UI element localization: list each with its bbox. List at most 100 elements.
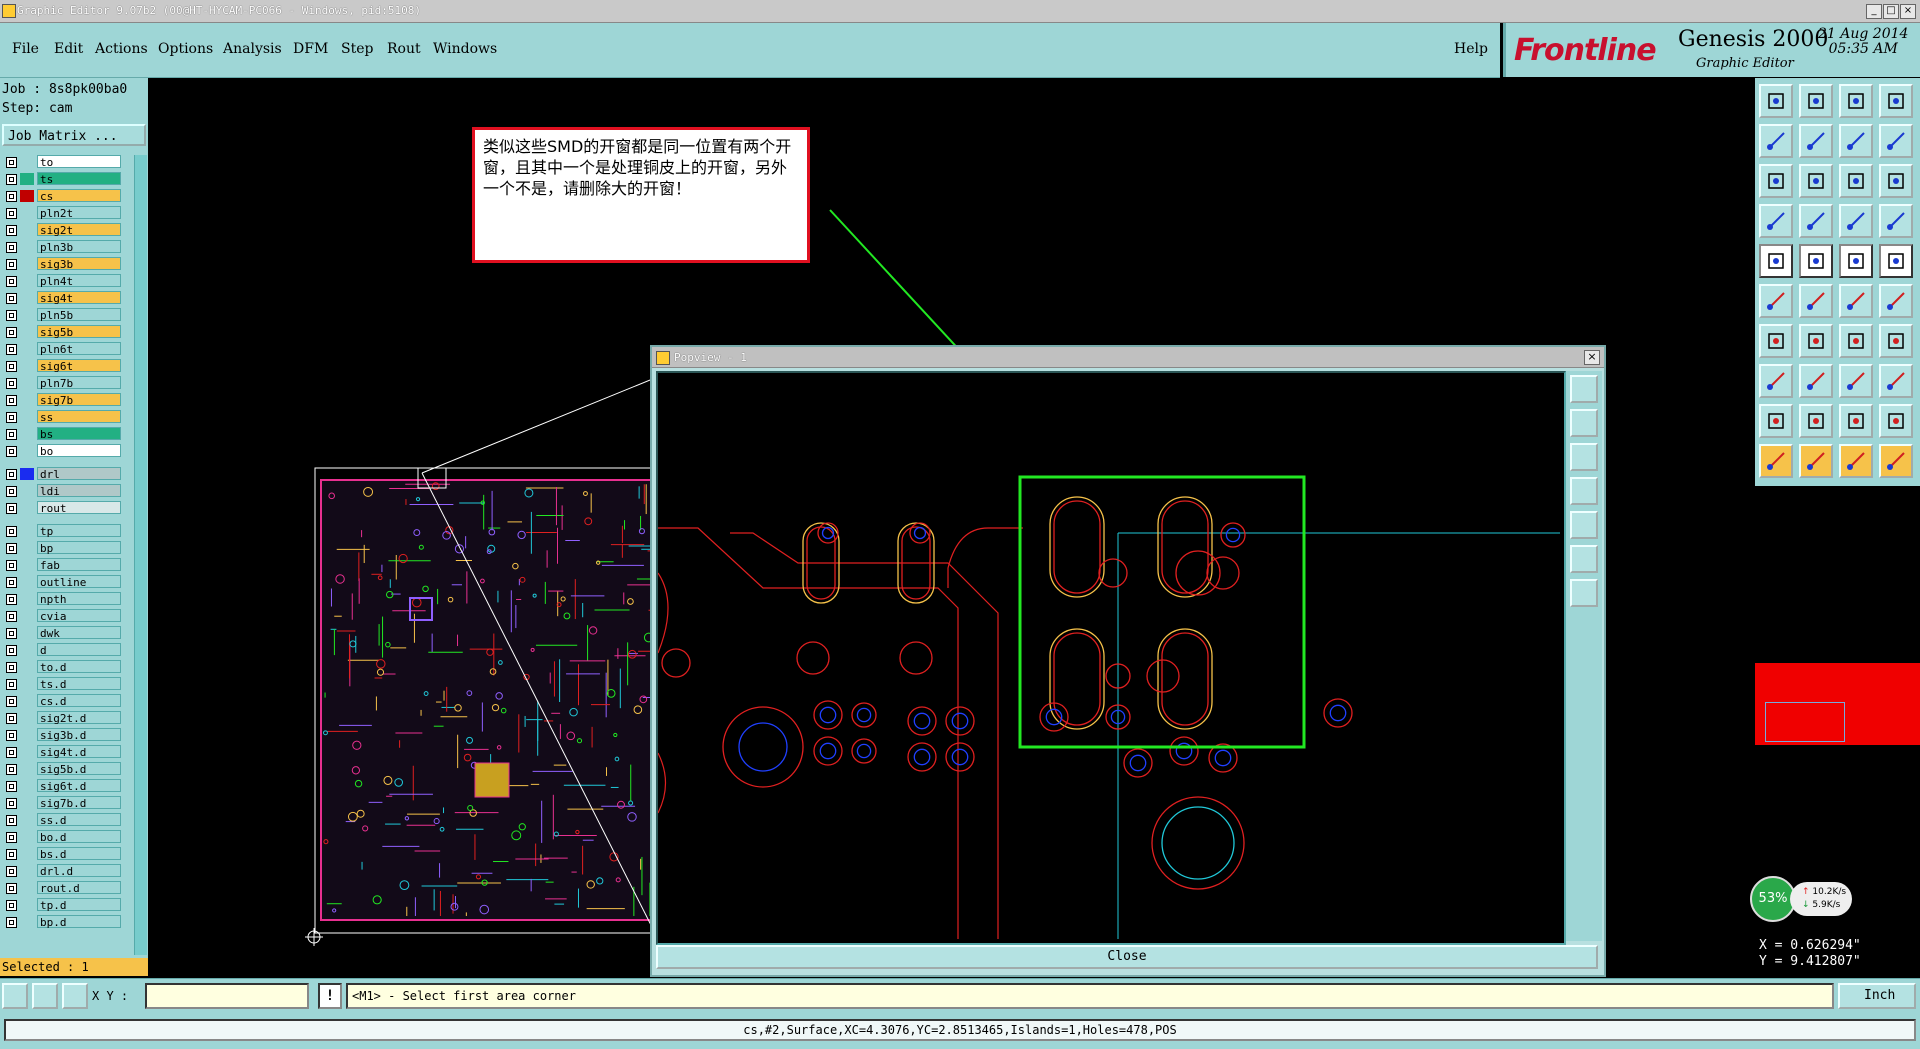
- layer-color-swatch[interactable]: [20, 746, 34, 758]
- popview-left-button[interactable]: [1570, 477, 1598, 505]
- layer-color-swatch[interactable]: [20, 576, 34, 588]
- undo-icon[interactable]: [1759, 124, 1793, 158]
- measure-icon[interactable]: [1799, 204, 1833, 238]
- layer-row[interactable]: cvia: [2, 609, 124, 623]
- layer-row[interactable]: pln6t: [2, 342, 124, 356]
- layer-list-scrollbar[interactable]: [134, 155, 147, 955]
- layer-checkbox[interactable]: [6, 730, 17, 741]
- layer-row[interactable]: bs.d: [2, 847, 124, 861]
- layer-color-swatch[interactable]: [20, 292, 34, 304]
- layer-color-swatch[interactable]: [20, 661, 34, 673]
- layer-row[interactable]: sig6t.d: [2, 779, 124, 793]
- polygon-icon[interactable]: [1799, 404, 1833, 438]
- popview-close-icon[interactable]: ×: [1584, 350, 1600, 365]
- layer-color-swatch[interactable]: [20, 593, 34, 605]
- layer-color-swatch[interactable]: [20, 207, 34, 219]
- grid-icon[interactable]: [62, 983, 88, 1009]
- layer-name[interactable]: tp.d: [37, 898, 121, 912]
- layer-checkbox[interactable]: [6, 395, 17, 406]
- layer-color-swatch[interactable]: [20, 695, 34, 707]
- add-pad-icon[interactable]: [1759, 244, 1793, 278]
- pad-icon[interactable]: [1759, 364, 1793, 398]
- layer-color-swatch[interactable]: [20, 712, 34, 724]
- menu-rout[interactable]: Rout: [387, 41, 421, 57]
- layer-row[interactable]: sig5b.d: [2, 762, 124, 776]
- layer-checkbox[interactable]: [6, 429, 17, 440]
- select-move-icon[interactable]: [1839, 444, 1873, 478]
- layer-row[interactable]: rout.d: [2, 881, 124, 895]
- layer-row[interactable]: sig2t: [2, 223, 124, 237]
- layer-name[interactable]: bo: [37, 444, 121, 458]
- layer-row[interactable]: outline: [2, 575, 124, 589]
- layer-row[interactable]: bo.d: [2, 830, 124, 844]
- layer-checkbox[interactable]: [6, 259, 17, 270]
- move-icon[interactable]: [1839, 284, 1873, 318]
- layer-name[interactable]: dwk: [37, 626, 121, 640]
- layer-row[interactable]: rout: [2, 501, 124, 515]
- layer-checkbox[interactable]: [6, 764, 17, 775]
- circle-icon[interactable]: [1879, 244, 1913, 278]
- layer-row[interactable]: sig3b.d: [2, 728, 124, 742]
- close-window-button[interactable]: ×: [1900, 4, 1916, 19]
- layer-name[interactable]: sig4t.d: [37, 745, 121, 759]
- script-icon[interactable]: [1879, 124, 1913, 158]
- layer-checkbox[interactable]: [6, 191, 17, 202]
- save-icon[interactable]: [1799, 84, 1833, 118]
- layer-name[interactable]: bp.d: [37, 915, 121, 929]
- select-edit-icon[interactable]: [1799, 444, 1833, 478]
- layer-checkbox[interactable]: [6, 781, 17, 792]
- layer-name[interactable]: bp: [37, 541, 121, 555]
- maximize-button[interactable]: □: [1883, 4, 1899, 19]
- layer-row[interactable]: ss.d: [2, 813, 124, 827]
- menu-actions[interactable]: Actions: [95, 41, 148, 57]
- layer-name[interactable]: sig3b.d: [37, 728, 121, 742]
- layer-row[interactable]: npth: [2, 592, 124, 606]
- layer-checkbox[interactable]: [6, 526, 17, 537]
- layer-list[interactable]: to ts cs pln2t sig2t pln3b sig3b pln4t sig4t pln5…: [2, 155, 132, 955]
- layer-name[interactable]: bo.d: [37, 830, 121, 844]
- layer-color-swatch[interactable]: [20, 309, 34, 321]
- layer-color-swatch[interactable]: [20, 485, 34, 497]
- job-matrix-button[interactable]: Job Matrix ...: [2, 124, 146, 146]
- layer-color-swatch[interactable]: [20, 343, 34, 355]
- layer-name[interactable]: pln7b: [37, 376, 121, 390]
- redo-icon[interactable]: [1799, 124, 1833, 158]
- layer-color-swatch[interactable]: [20, 525, 34, 537]
- layer-checkbox[interactable]: [6, 679, 17, 690]
- layer-checkbox[interactable]: [6, 560, 17, 571]
- layer-checkbox[interactable]: [6, 577, 17, 588]
- menu-help[interactable]: Help: [1454, 41, 1488, 57]
- layer-color-swatch[interactable]: [20, 899, 34, 911]
- layer-checkbox[interactable]: [6, 293, 17, 304]
- line-icon[interactable]: [1759, 324, 1793, 358]
- layer-checkbox[interactable]: [6, 503, 17, 514]
- fit-icon[interactable]: [1759, 164, 1793, 198]
- popview-down-button[interactable]: [1570, 443, 1598, 471]
- layer-name[interactable]: rout: [37, 501, 121, 515]
- layer-checkbox[interactable]: [6, 611, 17, 622]
- layer-row[interactable]: bp.d: [2, 915, 124, 929]
- layer-name[interactable]: ts: [37, 172, 121, 186]
- layer-color-swatch[interactable]: [20, 258, 34, 270]
- layer-checkbox[interactable]: [6, 378, 17, 389]
- layer-checkbox[interactable]: [6, 628, 17, 639]
- popview-right-button[interactable]: [1570, 511, 1598, 539]
- layer-row[interactable]: ss: [2, 410, 124, 424]
- layer-name[interactable]: sig7b.d: [37, 796, 121, 810]
- layer-checkbox[interactable]: [6, 208, 17, 219]
- layer-checkbox[interactable]: [6, 662, 17, 673]
- layer-name[interactable]: pln6t: [37, 342, 121, 356]
- layer-name[interactable]: pln2t: [37, 206, 121, 220]
- layer-checkbox[interactable]: [6, 917, 17, 928]
- snap-icon[interactable]: [2, 983, 28, 1009]
- layer-color-swatch[interactable]: [20, 627, 34, 639]
- menu-windows[interactable]: Windows: [433, 41, 497, 57]
- layer-name[interactable]: bs.d: [37, 847, 121, 861]
- triangle-icon[interactable]: [1759, 404, 1793, 438]
- layer-color-swatch[interactable]: [20, 428, 34, 440]
- layer-name[interactable]: sig6t: [37, 359, 121, 373]
- message-alert-icon[interactable]: !: [318, 983, 342, 1009]
- layer-color-swatch[interactable]: [20, 173, 34, 185]
- layer-row[interactable]: pln2t: [2, 206, 124, 220]
- menu-dfm[interactable]: DFM: [293, 41, 328, 57]
